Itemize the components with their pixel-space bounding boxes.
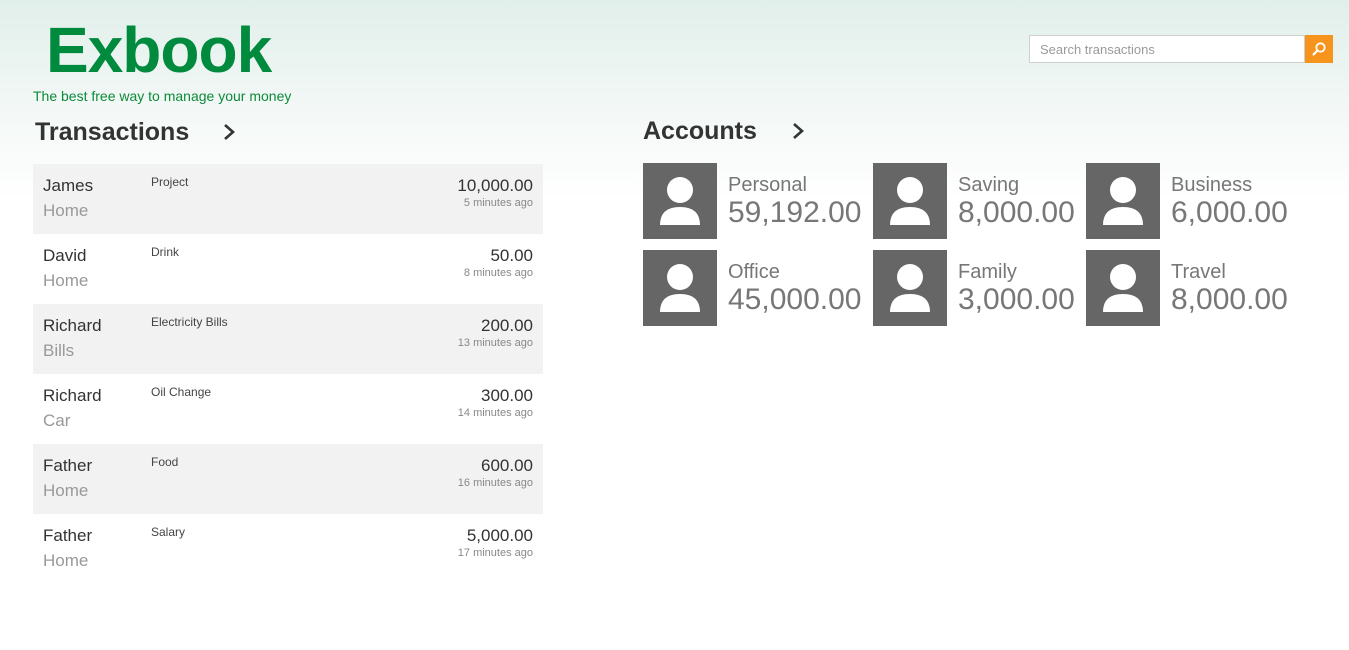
- account-tile-office[interactable]: Office 45,000.00: [643, 250, 863, 326]
- account-name: Saving: [958, 174, 1020, 196]
- tagline: The best free way to manage your money: [33, 88, 292, 104]
- person-icon: [890, 264, 930, 312]
- transaction-category: Home: [43, 271, 89, 290]
- transactions-title[interactable]: Transactions: [35, 117, 189, 147]
- chevron-right-icon[interactable]: [222, 123, 236, 141]
- transaction-description: Drink: [151, 245, 180, 259]
- account-balance: 8,000.00: [1171, 283, 1288, 316]
- account-tile-saving[interactable]: Saving 8,000.00: [873, 163, 1093, 239]
- search-input[interactable]: [1029, 35, 1305, 63]
- accounts-title[interactable]: Accounts: [643, 116, 757, 146]
- transaction-payee: Richard: [43, 386, 102, 405]
- account-balance: 8,000.00: [958, 196, 1075, 229]
- account-name: Business: [1171, 174, 1253, 196]
- transaction-category: Home: [43, 481, 89, 500]
- avatar: [873, 163, 947, 239]
- transaction-category: Home: [43, 201, 89, 220]
- transaction-payee: James: [43, 176, 94, 195]
- transaction-time: 8 minutes ago: [463, 267, 533, 279]
- person-icon: [1103, 264, 1143, 312]
- transaction-category: Home: [43, 551, 89, 570]
- transaction-payee: Father: [43, 526, 93, 545]
- account-balance: 59,192.00: [728, 196, 862, 229]
- transaction-row[interactable]: Richard Bills Electricity Bills 200.00 1…: [33, 304, 543, 374]
- transaction-row[interactable]: David Home Drink 50.00 8 minutes ago: [33, 234, 543, 304]
- transaction-payee: David: [43, 246, 87, 265]
- avatar: [1086, 250, 1160, 326]
- transaction-time: 13 minutes ago: [457, 337, 533, 349]
- transaction-row[interactable]: Father Home Salary 5,000.00 17 minutes a…: [33, 514, 543, 584]
- transaction-row[interactable]: Father Home Food 600.00 16 minutes ago: [33, 444, 543, 514]
- account-name: Family: [958, 261, 1017, 283]
- transaction-payee: Father: [43, 456, 93, 475]
- search-button[interactable]: [1305, 35, 1333, 63]
- transaction-row[interactable]: Richard Car Oil Change 300.00 14 minutes…: [33, 374, 543, 444]
- account-balance: 3,000.00: [958, 283, 1075, 316]
- transaction-amount: 10,000.00: [457, 176, 533, 195]
- person-icon: [890, 177, 930, 225]
- transaction-description: Electricity Bills: [151, 315, 228, 329]
- person-icon: [660, 264, 700, 312]
- search-bar: [1029, 35, 1333, 63]
- transaction-payee: Richard: [43, 316, 102, 335]
- transaction-description: Food: [151, 455, 179, 469]
- account-tile-personal[interactable]: Personal 59,192.00: [643, 163, 863, 239]
- avatar: [873, 250, 947, 326]
- account-name: Office: [728, 261, 780, 283]
- chevron-right-icon[interactable]: [791, 122, 805, 140]
- transaction-amount: 50.00: [490, 246, 533, 265]
- account-tile-travel[interactable]: Travel 8,000.00: [1086, 250, 1306, 326]
- search-icon: [1312, 42, 1326, 56]
- transaction-amount: 300.00: [481, 386, 533, 405]
- transaction-description: Oil Change: [151, 385, 212, 399]
- account-tile-family[interactable]: Family 3,000.00: [873, 250, 1093, 326]
- transactions-list: James Home Project 10,000.00 5 minutes a…: [33, 164, 543, 584]
- transaction-time: 17 minutes ago: [457, 547, 533, 559]
- transaction-description: Project: [151, 175, 189, 189]
- account-name: Personal: [728, 174, 807, 196]
- transaction-category: Car: [43, 411, 71, 430]
- avatar: [1086, 163, 1160, 239]
- account-balance: 45,000.00: [728, 283, 862, 316]
- transaction-time: 16 minutes ago: [457, 477, 533, 489]
- person-icon: [1103, 177, 1143, 225]
- transaction-time: 5 minutes ago: [463, 197, 533, 209]
- transaction-amount: 200.00: [481, 316, 533, 335]
- avatar: [643, 163, 717, 239]
- transaction-description: Salary: [151, 525, 186, 539]
- transaction-category: Bills: [43, 341, 75, 360]
- transaction-amount: 600.00: [481, 456, 533, 475]
- person-icon: [660, 177, 700, 225]
- account-balance: 6,000.00: [1171, 196, 1288, 229]
- app-logo[interactable]: Exbook: [46, 14, 272, 86]
- avatar: [643, 250, 717, 326]
- transaction-time: 14 minutes ago: [457, 407, 533, 419]
- account-tile-business[interactable]: Business 6,000.00: [1086, 163, 1306, 239]
- transaction-row[interactable]: James Home Project 10,000.00 5 minutes a…: [33, 164, 543, 234]
- account-name: Travel: [1171, 261, 1226, 283]
- transaction-amount: 5,000.00: [466, 526, 533, 545]
